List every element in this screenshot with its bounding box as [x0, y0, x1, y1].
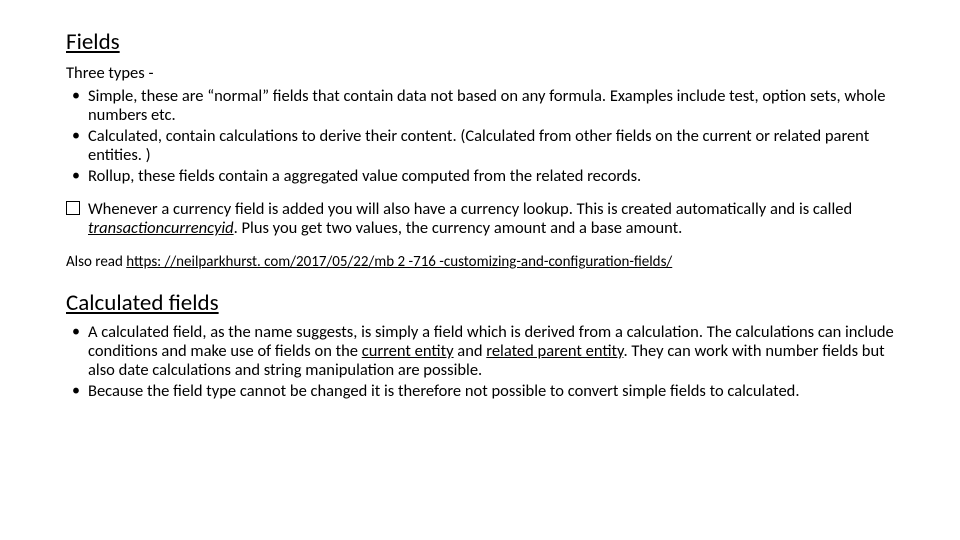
- also-read: Also read https: //neilparkhurst. com/20…: [66, 253, 900, 271]
- slide: Fields Three types - Simple, these are “…: [0, 0, 960, 540]
- list-item: Calculated, contain calculations to deri…: [66, 127, 900, 165]
- also-prefix: Also read: [66, 253, 126, 271]
- note-italic: transactioncurrencyid: [88, 218, 234, 238]
- note-text-post: . Plus you get two values, the currency …: [234, 218, 683, 238]
- calc-u2: related parent entity: [486, 341, 623, 361]
- calculated-list: A calculated field, as the name suggests…: [66, 323, 900, 401]
- list-item: Simple, these are “normal” fields that c…: [66, 87, 900, 125]
- field-types-list: Simple, these are “normal” fields that c…: [66, 87, 900, 186]
- calc-mid: and: [454, 341, 487, 361]
- heading-calculated-fields: Calculated fields: [66, 289, 900, 317]
- checkbox-icon: [66, 201, 80, 215]
- intro-text: Three types -: [66, 64, 900, 83]
- list-item: A calculated field, as the name suggests…: [66, 323, 900, 380]
- list-item: Because the field type cannot be changed…: [66, 382, 900, 401]
- list-item: Rollup, these fields contain a aggregate…: [66, 167, 900, 186]
- reference-link[interactable]: https: //neilparkhurst. com/2017/05/22/m…: [126, 253, 672, 271]
- heading-fields: Fields: [66, 28, 900, 56]
- note-text-pre: Whenever a currency field is added you w…: [88, 199, 852, 219]
- currency-note: Whenever a currency field is added you w…: [66, 200, 900, 239]
- calc-u1: current entity: [362, 341, 454, 361]
